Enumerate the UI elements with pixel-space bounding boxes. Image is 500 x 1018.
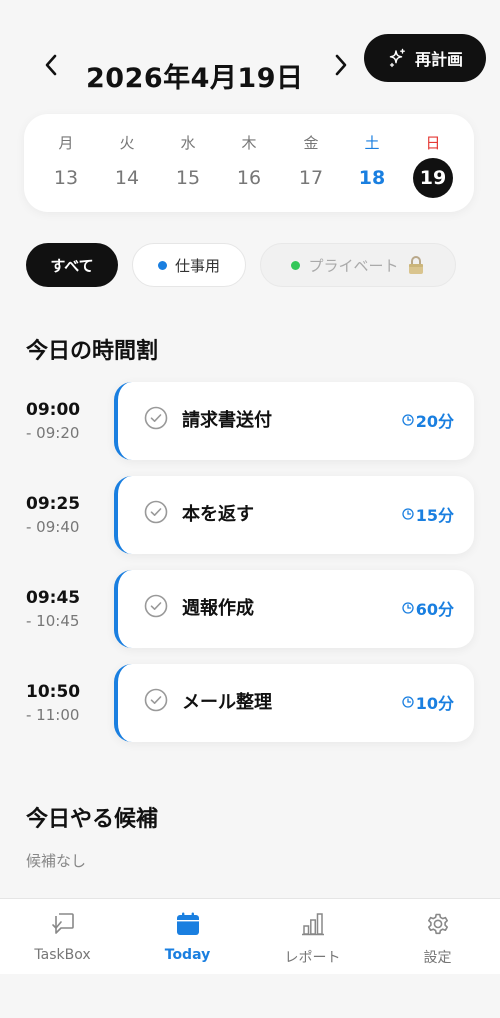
tab-taskbox[interactable]: TaskBox [0, 899, 125, 975]
weekday-label: 火 [119, 134, 135, 152]
weekday-label: 水 [180, 134, 196, 152]
chevron-right-icon [335, 54, 347, 76]
task-card[interactable]: 週報作成 60分 [114, 570, 474, 648]
bar-chart-icon [302, 913, 324, 936]
day-number: 17 [298, 167, 324, 189]
task-card[interactable]: 請求書送付 20分 [114, 382, 474, 460]
page-title: 2026年4月19日 [86, 63, 304, 94]
filter-all-button[interactable]: すべて [26, 243, 118, 287]
private-color-dot [291, 260, 301, 270]
task-card[interactable]: 本を返す 15分 [114, 476, 474, 554]
bottom-tab-bar: TaskBox Today レポート 設定 [0, 898, 500, 974]
filter-work-button[interactable]: 仕事用 [132, 243, 246, 287]
slot-end-time: - 10:45 [26, 612, 80, 630]
duration-value: 15分 [415, 506, 454, 525]
task-title: 本を返す [182, 504, 254, 525]
slot-start-time: 09:45 [26, 588, 81, 608]
filter-private-button[interactable]: プライベート [260, 243, 456, 287]
schedule-slot: 09:45 - 10:45 週報作成 60分 [0, 568, 500, 648]
schedule-slot: 09:00 - 09:20 請求書送付 20分 [0, 380, 500, 460]
duration-value: 10分 [415, 694, 454, 713]
day-number: 19 [413, 158, 453, 198]
tab-settings[interactable]: 設定 [375, 899, 500, 975]
clock-icon [402, 414, 414, 426]
candidates-section-title: 今日やる候補 [26, 807, 159, 832]
home-indicator-area [0, 974, 500, 1018]
tab-today-label: Today [164, 947, 211, 963]
task-title: 請求書送付 [182, 410, 272, 431]
check-circle-icon[interactable] [144, 500, 168, 524]
replan-label: 再計画 [414, 50, 463, 69]
day-tuesday[interactable]: 火 14 [97, 114, 157, 212]
day-sunday-selected[interactable]: 日 19 [403, 114, 463, 212]
schedule-slot: 10:50 - 11:00 メール整理 10分 [0, 662, 500, 742]
lock-icon [408, 256, 423, 274]
today-screen: 2026年4月19日 再計画 月 13 火 14 水 15 木 16 金 17 … [0, 0, 500, 1018]
task-duration: 15分 [402, 502, 454, 526]
task-duration: 20分 [402, 408, 454, 432]
clock-icon [402, 696, 414, 708]
calendar-icon [177, 912, 199, 935]
filter-private-label: プライベート [308, 256, 399, 275]
duration-value: 20分 [415, 412, 454, 431]
slot-start-time: 10:50 [26, 682, 81, 702]
task-title: 週報作成 [182, 598, 254, 619]
schedule-slot: 09:25 - 09:40 本を返す 15分 [0, 474, 500, 554]
day-number: 14 [114, 167, 140, 189]
day-saturday[interactable]: 土 18 [342, 114, 402, 212]
check-circle-icon[interactable] [144, 406, 168, 430]
inbox-icon [52, 913, 74, 934]
check-circle-icon[interactable] [144, 594, 168, 618]
slot-end-time: - 09:40 [26, 518, 80, 536]
week-strip: 月 13 火 14 水 15 木 16 金 17 土 18 日 19 [24, 114, 474, 212]
tab-taskbox-label: TaskBox [34, 947, 91, 963]
day-number: 13 [53, 167, 79, 189]
task-card[interactable]: メール整理 10分 [114, 664, 474, 742]
task-duration: 60分 [402, 596, 454, 620]
schedule-section-title: 今日の時間割 [26, 339, 159, 364]
day-number: 16 [236, 167, 262, 189]
clock-icon [402, 508, 414, 520]
weekday-label: 土 [364, 134, 380, 152]
slot-end-time: - 11:00 [26, 706, 80, 724]
slot-start-time: 09:25 [26, 494, 81, 514]
day-wednesday[interactable]: 水 15 [158, 114, 218, 212]
tab-report[interactable]: レポート [250, 899, 375, 975]
candidates-empty-text: 候補なし [26, 852, 87, 870]
weekday-label: 木 [241, 134, 257, 152]
task-title: メール整理 [182, 692, 272, 713]
day-thursday[interactable]: 木 16 [219, 114, 279, 212]
sparkles-icon [389, 48, 405, 68]
work-color-dot [157, 260, 167, 270]
day-number: 18 [358, 167, 386, 189]
day-number: 15 [175, 167, 201, 189]
chevron-left-icon [45, 54, 57, 76]
duration-value: 60分 [415, 600, 454, 619]
day-monday[interactable]: 月 13 [36, 114, 96, 212]
previous-day-button[interactable] [36, 50, 66, 80]
weekday-label: 月 [58, 134, 74, 152]
weekday-label: 日 [425, 134, 441, 152]
check-circle-icon[interactable] [144, 688, 168, 712]
weekday-label: 金 [303, 134, 319, 152]
clock-icon [402, 602, 414, 614]
task-duration: 10分 [402, 690, 454, 714]
slot-start-time: 09:00 [26, 400, 81, 420]
filter-all-label: すべて [50, 256, 94, 275]
gear-icon [428, 913, 448, 935]
next-day-button[interactable] [326, 50, 356, 80]
tab-today[interactable]: Today [125, 899, 250, 975]
tab-settings-label: 設定 [423, 950, 452, 966]
day-friday[interactable]: 金 17 [281, 114, 341, 212]
replan-button[interactable]: 再計画 [364, 34, 486, 82]
tab-report-label: レポート [284, 950, 341, 966]
slot-end-time: - 09:20 [26, 424, 80, 442]
filter-work-label: 仕事用 [174, 256, 220, 275]
